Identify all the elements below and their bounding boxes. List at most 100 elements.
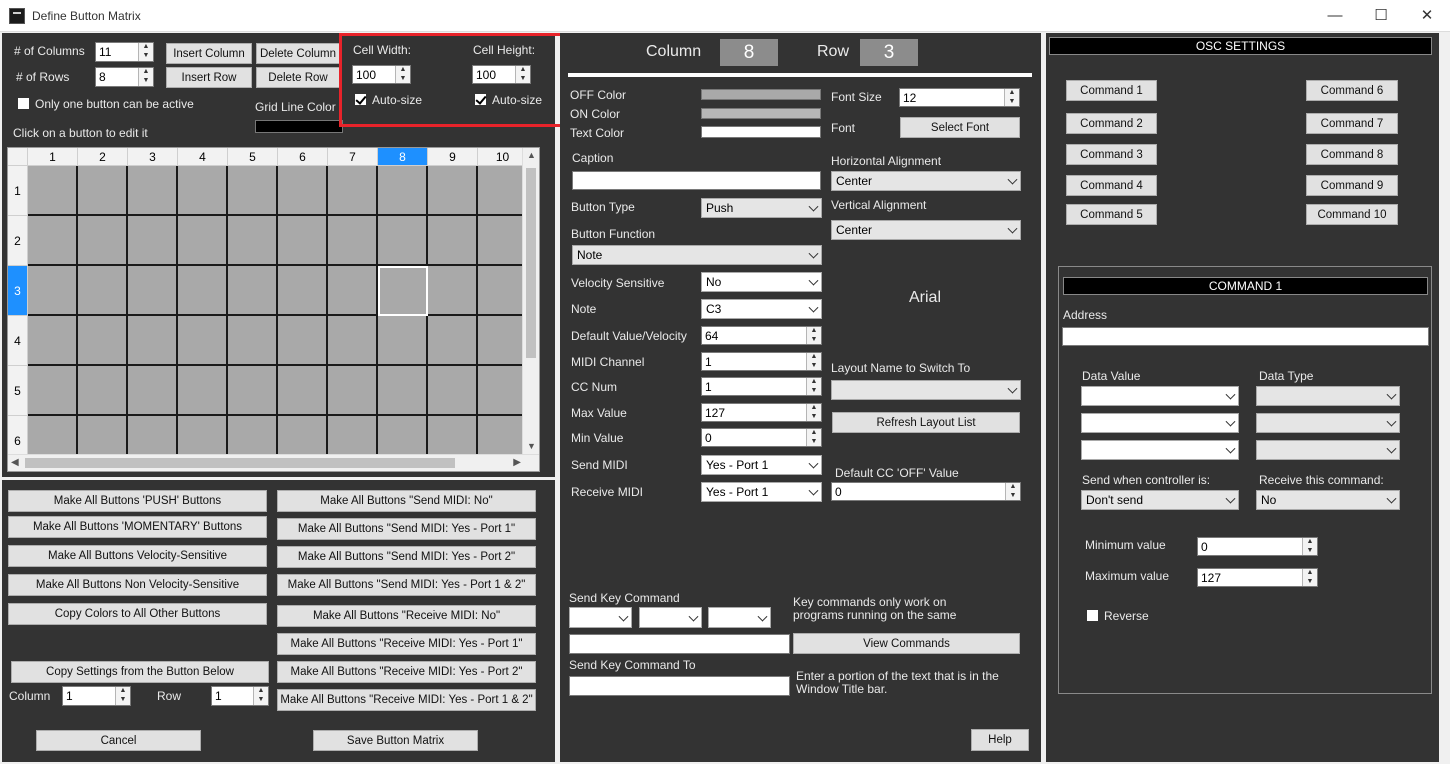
maximize-button[interactable]: ☐ <box>1358 0 1404 32</box>
data-value-3-dropdown[interactable] <box>1081 440 1239 460</box>
data-type-3-dropdown[interactable] <box>1256 440 1400 460</box>
delete-row-button[interactable]: Delete Row <box>256 67 340 88</box>
data-type-2-dropdown[interactable] <box>1256 413 1400 433</box>
row-header[interactable]: 2 <box>8 216 28 266</box>
min-value-spinner[interactable]: 0 ▲ ▼ <box>701 428 822 447</box>
grid-cell[interactable] <box>328 316 378 366</box>
grid-cell[interactable] <box>178 266 228 316</box>
grid-cell[interactable] <box>128 266 178 316</box>
command-10-button[interactable]: Command 10 <box>1306 204 1398 225</box>
spin-down-icon[interactable]: ▼ <box>1005 98 1019 107</box>
grid-cell[interactable] <box>178 216 228 266</box>
send-when-dropdown[interactable]: Don't send <box>1081 490 1239 510</box>
grid-cell[interactable] <box>178 366 228 416</box>
data-value-2-dropdown[interactable] <box>1081 413 1239 433</box>
command-2-button[interactable]: Command 2 <box>1066 113 1157 134</box>
grid-cell[interactable] <box>178 316 228 366</box>
off-color-swatch[interactable] <box>701 89 821 100</box>
copy-colors-button[interactable]: Copy Colors to All Other Buttons <box>8 603 267 625</box>
grid-cell[interactable] <box>28 366 78 416</box>
receive-midi-no-button[interactable]: Make All Buttons "Receive MIDI: No" <box>277 605 536 627</box>
select-font-button[interactable]: Select Font <box>900 117 1020 138</box>
delete-column-button[interactable]: Delete Column <box>256 43 340 64</box>
receive-midi-port12-button[interactable]: Make All Buttons "Receive MIDI: Yes - Po… <box>277 689 536 711</box>
scroll-left-icon[interactable]: ◀ <box>11 457 19 468</box>
button-function-dropdown[interactable]: Note <box>572 245 822 265</box>
cc-num-spinner[interactable]: 1 ▲ ▼ <box>701 377 822 396</box>
spin-up-icon[interactable]: ▲ <box>1006 483 1020 492</box>
grid-cell[interactable] <box>78 266 128 316</box>
grid-cell[interactable] <box>228 216 278 266</box>
save-matrix-button[interactable]: Save Button Matrix <box>313 730 478 751</box>
copy-column-spinner[interactable]: 1 ▲ ▼ <box>62 686 131 706</box>
spin-down-icon[interactable]: ▼ <box>1303 547 1317 556</box>
make-non-velocity-button[interactable]: Make All Buttons Non Velocity-Sensitive <box>8 574 267 596</box>
column-header[interactable]: 10 <box>478 148 528 166</box>
default-velocity-spinner[interactable]: 64 ▲ ▼ <box>701 326 822 345</box>
font-size-spinner[interactable]: 12 ▲ ▼ <box>899 88 1020 107</box>
button-type-dropdown[interactable]: Push <box>701 198 822 218</box>
max-value-spinner[interactable]: 127 ▲ ▼ <box>701 403 822 422</box>
column-header[interactable]: 7 <box>328 148 378 166</box>
scroll-up-icon[interactable]: ▲ <box>527 150 536 160</box>
grid-cell[interactable] <box>228 366 278 416</box>
column-header[interactable]: 2 <box>78 148 128 166</box>
key-modifier-2-dropdown[interactable] <box>639 607 702 628</box>
command-7-button[interactable]: Command 7 <box>1306 113 1398 134</box>
grid-cell[interactable] <box>28 316 78 366</box>
grid-cell[interactable] <box>228 266 278 316</box>
on-color-swatch[interactable] <box>701 108 821 119</box>
grid-cell[interactable] <box>278 366 328 416</box>
reverse-checkbox[interactable] <box>1086 609 1099 622</box>
data-type-1-dropdown[interactable] <box>1256 386 1400 406</box>
midi-channel-spinner[interactable]: 1 ▲ ▼ <box>701 352 822 371</box>
grid-cell[interactable] <box>78 216 128 266</box>
row-header[interactable]: 1 <box>8 166 28 216</box>
scroll-down-icon[interactable]: ▼ <box>527 441 536 451</box>
column-header[interactable]: 8 <box>378 148 428 166</box>
grid-cell[interactable] <box>128 166 178 216</box>
grid-cell[interactable] <box>128 366 178 416</box>
spin-down-icon[interactable]: ▼ <box>807 387 821 396</box>
spin-down-icon[interactable]: ▼ <box>139 52 153 61</box>
grid-cell[interactable] <box>328 166 378 216</box>
copy-row-spinner[interactable]: 1 ▲ ▼ <box>211 686 269 706</box>
spin-down-icon[interactable]: ▼ <box>807 413 821 422</box>
row-header[interactable]: 5 <box>8 366 28 416</box>
receive-command-dropdown[interactable]: No <box>1256 490 1400 510</box>
grid-cell[interactable] <box>478 316 528 366</box>
command-5-button[interactable]: Command 5 <box>1066 204 1157 225</box>
command-4-button[interactable]: Command 4 <box>1066 175 1157 196</box>
refresh-layout-button[interactable]: Refresh Layout List <box>832 412 1020 433</box>
horizontal-scrollbar[interactable]: ◀ ▶ <box>8 454 539 471</box>
grid-cell[interactable] <box>378 316 428 366</box>
velocity-dropdown[interactable]: No <box>701 272 822 292</box>
spin-down-icon[interactable]: ▼ <box>1006 492 1020 501</box>
close-button[interactable]: ✕ <box>1404 0 1450 32</box>
spin-up-icon[interactable]: ▲ <box>116 687 130 696</box>
send-midi-no-button[interactable]: Make All Buttons "Send MIDI: No" <box>277 490 536 512</box>
grid-cell[interactable] <box>78 166 128 216</box>
send-midi-port2-button[interactable]: Make All Buttons "Send MIDI: Yes - Port … <box>277 546 536 568</box>
grid-cell[interactable] <box>278 166 328 216</box>
spin-down-icon[interactable]: ▼ <box>807 438 821 447</box>
spin-up-icon[interactable]: ▲ <box>807 404 821 413</box>
make-velocity-button[interactable]: Make All Buttons Velocity-Sensitive <box>8 545 267 567</box>
insert-column-button[interactable]: Insert Column <box>166 43 252 64</box>
command-9-button[interactable]: Command 9 <box>1306 175 1398 196</box>
scroll-thumb[interactable] <box>526 168 536 358</box>
grid-cell[interactable] <box>28 216 78 266</box>
grid-cell[interactable] <box>128 316 178 366</box>
help-button[interactable]: Help <box>971 729 1029 751</box>
grid-cell[interactable] <box>278 266 328 316</box>
grid-cell[interactable] <box>478 366 528 416</box>
spin-down-icon[interactable]: ▼ <box>1303 578 1317 587</box>
spin-up-icon[interactable]: ▲ <box>254 687 268 696</box>
column-header[interactable]: 5 <box>228 148 278 166</box>
column-header[interactable]: 6 <box>278 148 328 166</box>
key-modifier-3-dropdown[interactable] <box>708 607 771 628</box>
spin-down-icon[interactable]: ▼ <box>807 362 821 371</box>
send-key-to-input[interactable] <box>569 676 790 696</box>
grid-cell[interactable] <box>78 316 128 366</box>
only-one-active-checkbox[interactable] <box>17 97 30 110</box>
